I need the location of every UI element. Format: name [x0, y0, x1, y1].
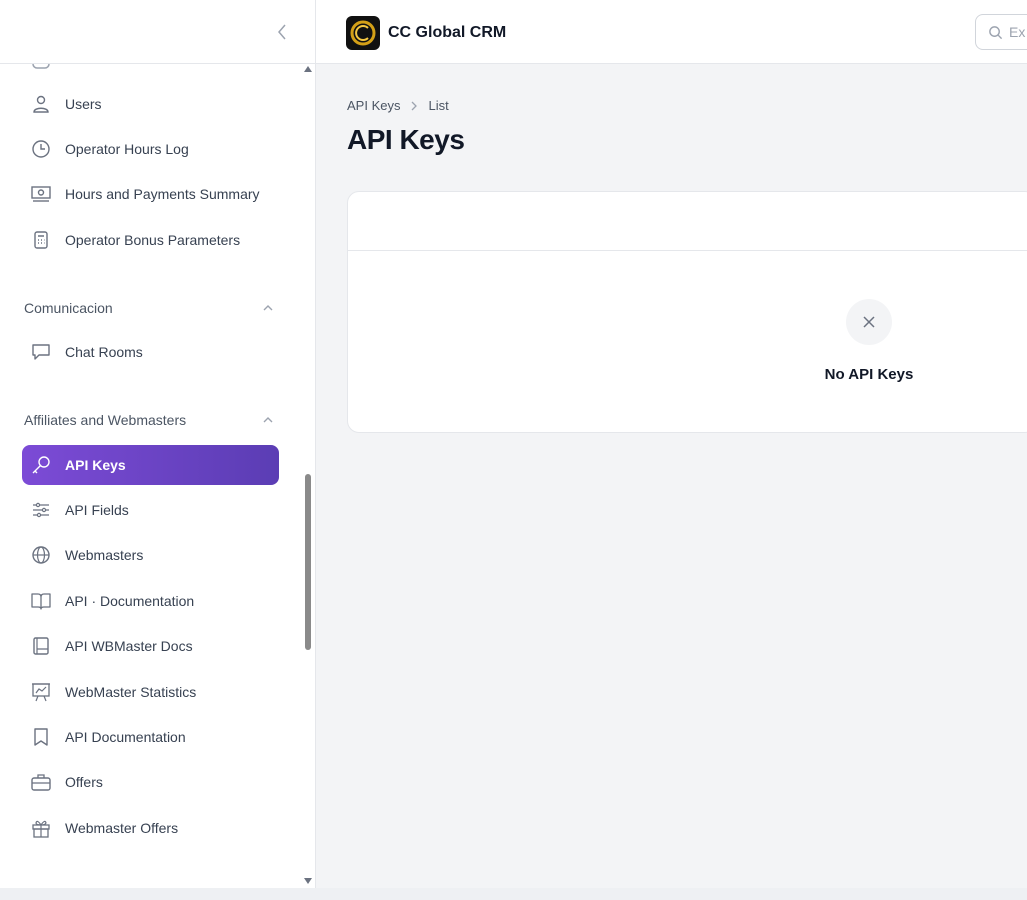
scrollbar-thumb[interactable]: [305, 474, 311, 650]
chevron-up-icon: [262, 414, 274, 426]
sidebar-item-webmaster-offers[interactable]: Webmaster Offers: [22, 808, 279, 848]
global-search[interactable]: [975, 14, 1027, 50]
sidebar-item-users[interactable]: Users: [22, 84, 279, 124]
sidebar-item-offers[interactable]: Offers: [22, 762, 279, 802]
sidebar-item-hours-payments-summary[interactable]: Hours and Payments Summary: [22, 174, 279, 214]
briefcase-icon: [30, 771, 52, 793]
group-label: Affiliates and Webmasters: [24, 412, 187, 428]
sidebar-item-label: Offers: [65, 774, 103, 790]
sidebar-item-label: Chat Rooms: [65, 344, 143, 360]
close-icon: [846, 299, 892, 345]
search-icon: [988, 25, 1003, 40]
book-icon: [30, 635, 52, 657]
sidebar-item-label: API Fields: [65, 502, 129, 518]
globe-icon: [30, 544, 52, 566]
sidebar-item-label: Webmaster Offers: [65, 820, 179, 836]
search-input[interactable]: [1009, 24, 1027, 40]
user-icon: [30, 93, 52, 115]
calculator-icon: [30, 229, 52, 251]
clock-icon: [30, 138, 52, 160]
sidebar-item-label: Hours and Payments Summary: [65, 186, 260, 202]
group-affiliates-header[interactable]: Affiliates and Webmasters: [24, 408, 274, 432]
sidebar-item-api-wbmaster-docs[interactable]: API WBMaster Docs: [22, 626, 279, 666]
sidebar-item-label: API · Documentation: [65, 593, 195, 609]
brand[interactable]: CC Global CRM: [346, 16, 506, 50]
presentation-chart-icon: [30, 681, 52, 703]
sidebar-scrollbar[interactable]: [300, 64, 316, 888]
breadcrumb: API Keys List: [347, 98, 449, 113]
bookmark-icon: [30, 726, 52, 748]
sidebar-nav[interactable]: Users Operator Hours Log Hours and Payme…: [0, 64, 300, 888]
sidebar-item-webmasters[interactable]: Webmasters: [22, 535, 279, 575]
app-name: CC Global CRM: [388, 24, 507, 41]
bottom-strip: [0, 888, 1027, 900]
brand-logo-icon: [346, 16, 380, 50]
sidebar-item-operator-hours-log[interactable]: Operator Hours Log: [22, 129, 279, 169]
sidebar-item-label: API Documentation: [65, 729, 186, 745]
chevron-up-icon: [262, 302, 274, 314]
sidebar-item-api-documentation-dot[interactable]: API · Documentation: [22, 581, 279, 621]
collapse-sidebar-button[interactable]: [272, 20, 292, 44]
breadcrumb-parent-link[interactable]: API Keys: [347, 98, 400, 113]
book-open-icon: [30, 590, 52, 612]
empty-state-message: No API Keys: [824, 366, 914, 383]
sidebar-item-label: Operator Bonus Parameters: [65, 232, 241, 248]
sidebar-item-chat-rooms[interactable]: Chat Rooms: [22, 332, 279, 372]
group-label: Comunicacion: [24, 300, 113, 316]
scroll-up-arrow-icon[interactable]: [304, 66, 312, 72]
sidebar-item-label: API Keys: [65, 457, 126, 473]
sidebar-item-label: Users: [65, 96, 102, 112]
sidebar-item-label: API WBMaster Docs: [65, 638, 193, 654]
partial-item-icon: [30, 64, 52, 74]
sidebar-item-label: Webmasters: [65, 547, 144, 563]
sidebar-header: [0, 0, 315, 64]
breadcrumb-current: List: [428, 98, 449, 113]
sidebar-item-api-fields[interactable]: API Fields: [22, 490, 279, 530]
top-bar: CC Global CRM: [316, 0, 1027, 64]
table-header: [348, 192, 1027, 251]
gift-icon: [30, 817, 52, 839]
api-keys-table-card: No API Keys: [347, 191, 1027, 433]
chevron-right-icon: [410, 101, 418, 111]
chevron-left-icon: [278, 24, 286, 40]
sidebar-item-label: Operator Hours Log: [65, 141, 189, 157]
sidebar-item-webmaster-statistics[interactable]: WebMaster Statistics: [22, 672, 279, 712]
banknote-icon: [30, 183, 52, 205]
page-title: API Keys: [347, 124, 465, 155]
sidebar-item-api-documentation[interactable]: API Documentation: [22, 717, 279, 757]
sidebar-item-api-keys[interactable]: API Keys: [22, 445, 279, 485]
sidebar: Users Operator Hours Log Hours and Payme…: [0, 0, 316, 888]
sidebar-item-label: WebMaster Statistics: [65, 684, 197, 700]
sliders-icon: [30, 499, 52, 521]
sidebar-item-operator-bonus-parameters[interactable]: Operator Bonus Parameters: [22, 220, 279, 260]
group-comunicacion-header[interactable]: Comunicacion: [24, 296, 274, 320]
scroll-down-arrow-icon[interactable]: [304, 878, 312, 884]
key-icon: [30, 454, 52, 476]
chat-icon: [30, 341, 52, 363]
